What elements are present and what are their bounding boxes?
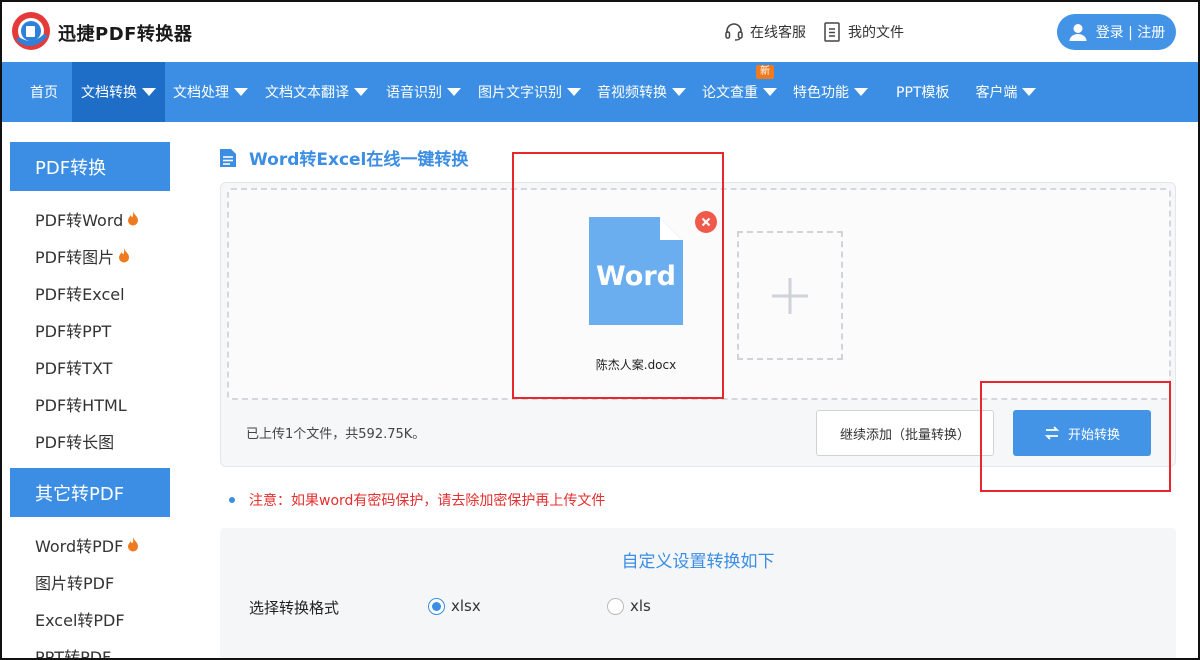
login-register-button[interactable]: 登录 | 注册 <box>1057 14 1176 50</box>
sidebar-item-pdf-to-txt[interactable]: PDF转TXT <box>35 348 170 385</box>
headset-icon <box>725 23 743 41</box>
sidebar-item-excel-to-pdf[interactable]: Excel转PDF <box>35 600 170 637</box>
app-title[interactable]: 迅捷PDF转换器 <box>58 20 192 46</box>
sidebar-item-label: PDF转图片 <box>35 247 115 267</box>
nav-item-label: PPT模板 <box>896 85 950 101</box>
sidebar-item-pdf-to-word[interactable]: PDF转Word <box>35 200 170 237</box>
settings-title: 自定义设置转换如下 <box>621 552 775 572</box>
sidebar-item-label: PDF转PPT <box>35 321 112 341</box>
user-icon <box>1069 24 1087 41</box>
annotation-highlight-start <box>980 381 1171 492</box>
document-list-icon <box>824 22 840 42</box>
sidebar-item-pdf-to-html[interactable]: PDF转HTML <box>35 385 170 422</box>
sidebar-item-label: PDF转TXT <box>35 358 113 378</box>
sidebar-item-label: PDF转Word <box>35 210 124 230</box>
caret-down-icon <box>142 88 156 96</box>
format-option-label: xls <box>630 597 651 615</box>
sidebar-item-label: Word转PDF <box>35 536 124 556</box>
nav-item-label: 音视频转换 <box>597 85 667 101</box>
nav-item-label: 语音识别 <box>386 85 442 101</box>
nav-item-label: 论文查重 <box>702 85 758 101</box>
nav-item-label: 首页 <box>30 85 58 101</box>
annotation-highlight-file <box>512 152 724 399</box>
sidebar-item-label: 图片转PDF <box>35 573 115 593</box>
nav-item-features[interactable]: 特色功能 <box>785 62 876 122</box>
nav-item-document-process[interactable]: 文档处理 <box>165 62 256 122</box>
format-option-xlsx[interactable]: xlsx <box>428 597 481 615</box>
nav-item-plagiarism[interactable]: 论文查重 新 <box>694 62 785 122</box>
sidebar-section-other-to-pdf: 其它转PDF <box>10 468 170 517</box>
sidebar-item-label: PDF转长图 <box>35 432 115 452</box>
nav-item-label: 客户端 <box>975 85 1018 101</box>
my-files-link[interactable]: 我的文件 <box>824 22 904 42</box>
sidebar: PDF转换 PDF转Word PDF转图片 PDF转Excel PDF转PPT … <box>10 142 170 660</box>
login-register-label: 登录 | 注册 <box>1095 25 1166 41</box>
sidebar-list-pdf-convert: PDF转Word PDF转图片 PDF转Excel PDF转PPT PDF转TX… <box>10 191 170 468</box>
upload-summary: 已上传1个文件，共592.75K。 <box>246 427 426 442</box>
nav-item-label: 文档文本翻译 <box>265 85 349 101</box>
fire-icon <box>128 537 139 552</box>
document-icon <box>220 148 236 167</box>
password-notice: 注意：如果word有密码保护，请去除加密保护再上传文件 <box>229 490 605 510</box>
sidebar-item-label: PDF转HTML <box>35 395 127 415</box>
bullet-dot-icon <box>229 497 235 503</box>
main-nav: 首页 文档转换 文档处理 文档文本翻译 语音识别 图片文字识别 音视频转换 论文… <box>0 62 1200 122</box>
nav-item-home[interactable]: 首页 <box>22 62 66 122</box>
sidebar-list-other-to-pdf: Word转PDF 图片转PDF Excel转PDF PPT转PDF <box>10 517 170 660</box>
sidebar-section-pdf-convert: PDF转换 <box>10 142 170 191</box>
caret-down-icon <box>854 88 868 96</box>
page-title: Word转Excel在线一键转换 <box>219 145 468 170</box>
nav-item-label: 文档转换 <box>81 85 137 101</box>
sidebar-item-pdf-to-long-image[interactable]: PDF转长图 <box>35 422 170 459</box>
nav-item-client[interactable]: 客户端 <box>967 62 1044 122</box>
password-notice-text: 注意：如果word有密码保护，请去除加密保护再上传文件 <box>249 493 606 509</box>
nav-item-document-convert[interactable]: 文档转换 <box>72 62 165 122</box>
plus-icon <box>772 277 808 314</box>
my-files-label: 我的文件 <box>848 25 904 41</box>
radio-checked-icon[interactable] <box>428 597 445 615</box>
sidebar-item-image-to-pdf[interactable]: 图片转PDF <box>35 563 170 600</box>
sidebar-item-pdf-to-image[interactable]: PDF转图片 <box>35 237 170 274</box>
sidebar-item-label: PPT转PDF <box>35 647 112 660</box>
app-logo[interactable] <box>10 10 52 52</box>
new-badge: 新 <box>756 65 774 79</box>
nav-item-speech[interactable]: 语音识别 <box>377 62 470 122</box>
caret-down-icon <box>234 88 248 96</box>
format-option-xls[interactable]: xls <box>607 597 651 615</box>
sidebar-item-word-to-pdf[interactable]: Word转PDF <box>35 526 170 563</box>
sidebar-item-label: Excel转PDF <box>35 610 125 630</box>
format-label: 选择转换格式 <box>249 599 340 617</box>
format-option-label: xlsx <box>451 597 481 615</box>
page-title-text: Word转Excel在线一键转换 <box>249 150 469 170</box>
nav-item-label: 图片文字识别 <box>478 85 562 101</box>
caret-down-icon <box>447 88 461 96</box>
conversion-settings-panel: 自定义设置转换如下 选择转换格式 xlsx xls <box>220 528 1176 660</box>
nav-item-label: 文档处理 <box>173 85 229 101</box>
caret-down-icon <box>672 88 686 96</box>
nav-item-translate[interactable]: 文档文本翻译 <box>256 62 377 122</box>
caret-down-icon <box>567 88 581 96</box>
nav-item-ocr[interactable]: 图片文字识别 <box>470 62 589 122</box>
radio-unchecked-icon[interactable] <box>607 597 624 615</box>
sidebar-item-ppt-to-pdf[interactable]: PPT转PDF <box>35 637 170 660</box>
online-support-label: 在线客服 <box>750 25 806 41</box>
add-file-tile[interactable] <box>737 231 843 360</box>
caret-down-icon <box>763 88 777 96</box>
nav-item-av-convert[interactable]: 音视频转换 <box>589 62 694 122</box>
continue-add-label: 继续添加（批量转换） <box>839 427 970 443</box>
nav-item-label: 特色功能 <box>793 85 849 101</box>
sidebar-item-pdf-to-excel[interactable]: PDF转Excel <box>35 274 170 311</box>
caret-down-icon <box>354 88 368 96</box>
sidebar-item-label: PDF转Excel <box>35 284 125 304</box>
nav-item-ppt-templates[interactable]: PPT模板 <box>876 62 967 122</box>
header: 迅捷PDF转换器 在线客服 我的文件 登录 | 注册 <box>0 0 1200 62</box>
fire-icon <box>128 211 139 226</box>
fire-icon <box>119 248 130 263</box>
sidebar-item-pdf-to-ppt[interactable]: PDF转PPT <box>35 311 170 348</box>
caret-down-icon <box>1022 88 1037 96</box>
online-support-link[interactable]: 在线客服 <box>724 22 806 42</box>
continue-add-button[interactable]: 继续添加（批量转换） <box>816 410 994 456</box>
